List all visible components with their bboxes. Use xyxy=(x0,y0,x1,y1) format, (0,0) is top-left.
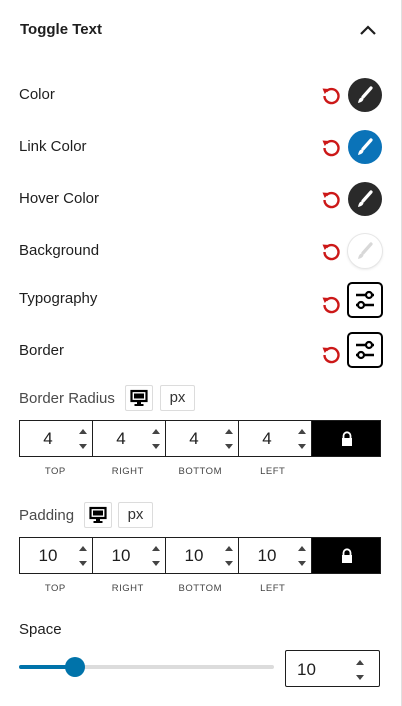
chevron-up-icon[interactable] xyxy=(358,20,378,40)
padding-label: Padding xyxy=(19,507,75,524)
spinner-arrows-icon[interactable] xyxy=(151,426,161,452)
spinner-arrows-icon[interactable] xyxy=(78,426,88,452)
padding-bottom-input[interactable]: 10 xyxy=(166,538,239,573)
spinner-arrows-icon[interactable] xyxy=(78,543,88,569)
desktop-icon xyxy=(130,389,148,406)
unit-select-button[interactable]: px xyxy=(160,385,195,411)
spinner-arrows-icon[interactable] xyxy=(224,426,234,452)
padding-inputs: 10 10 10 10 xyxy=(19,537,381,574)
hover-color-label: Hover Color xyxy=(19,190,100,207)
space-slider-thumb[interactable] xyxy=(65,657,86,677)
desktop-icon xyxy=(89,506,107,523)
color-row: Color xyxy=(0,75,400,115)
link-values-button[interactable] xyxy=(312,421,380,456)
side-label-right: RIGHT xyxy=(111,583,144,594)
border-settings-button[interactable] xyxy=(347,332,383,368)
reset-icon[interactable] xyxy=(320,188,342,210)
brush-icon xyxy=(358,86,373,103)
side-label-bottom: BOTTOM xyxy=(178,466,222,477)
link-values-button[interactable] xyxy=(312,538,380,573)
border-radius-side-labels: TOP RIGHT BOTTOM LEFT xyxy=(19,466,309,478)
panel-title: Toggle Text xyxy=(20,21,102,38)
input-value: 10 xyxy=(184,546,204,565)
spinner-arrows-icon[interactable] xyxy=(297,426,307,452)
lock-icon xyxy=(342,431,352,446)
input-value: 10 xyxy=(257,546,277,565)
spinner-arrows-icon[interactable] xyxy=(355,657,365,683)
reset-icon[interactable] xyxy=(320,84,342,106)
panel-header[interactable]: Toggle Text xyxy=(0,0,400,60)
reset-icon[interactable] xyxy=(320,293,342,315)
sliders-icon xyxy=(356,290,374,310)
padding-right-input[interactable]: 10 xyxy=(93,538,166,573)
lock-icon xyxy=(342,548,352,563)
border-radius-left-input[interactable]: 4 xyxy=(239,421,312,456)
border-row: Border xyxy=(0,331,400,371)
brush-icon xyxy=(358,190,373,207)
padding-top-input[interactable]: 10 xyxy=(20,538,93,573)
link-color-row: Link Color xyxy=(0,127,400,167)
input-value: 4 xyxy=(262,429,272,448)
border-radius-top-input[interactable]: 4 xyxy=(20,421,93,456)
border-radius-inputs: 4 4 4 4 xyxy=(19,420,381,457)
border-radius-label: Border Radius xyxy=(19,390,115,407)
reset-icon[interactable] xyxy=(320,240,342,262)
brush-icon xyxy=(358,242,373,259)
input-value: 10 xyxy=(38,546,58,565)
background-row: Background xyxy=(0,231,400,271)
padding-left-input[interactable]: 10 xyxy=(239,538,312,573)
border-label: Border xyxy=(19,342,65,359)
input-value: 4 xyxy=(43,429,53,448)
spinner-arrows-icon[interactable] xyxy=(224,543,234,569)
responsive-device-button[interactable] xyxy=(84,502,112,528)
spinner-arrows-icon[interactable] xyxy=(151,543,161,569)
unit-select-button[interactable]: px xyxy=(118,502,153,528)
background-label: Background xyxy=(19,242,100,259)
border-radius-right-input[interactable]: 4 xyxy=(93,421,166,456)
typography-label: Typography xyxy=(19,290,98,307)
space-label: Space xyxy=(19,621,62,638)
sliders-icon xyxy=(356,340,374,360)
side-label-bottom: BOTTOM xyxy=(178,583,222,594)
reset-icon[interactable] xyxy=(320,343,342,365)
input-value: 4 xyxy=(189,429,199,448)
spinner-arrows-icon[interactable] xyxy=(297,543,307,569)
padding-side-labels: TOP RIGHT BOTTOM LEFT xyxy=(19,583,309,595)
input-value: 4 xyxy=(116,429,126,448)
hover-color-swatch[interactable] xyxy=(348,182,382,216)
side-label-top: TOP xyxy=(44,466,66,477)
color-swatch[interactable] xyxy=(348,78,382,112)
responsive-device-button[interactable] xyxy=(125,385,153,411)
border-radius-bottom-input[interactable]: 4 xyxy=(166,421,239,456)
side-label-left: LEFT xyxy=(260,583,286,594)
side-label-top: TOP xyxy=(44,583,66,594)
link-color-swatch[interactable] xyxy=(348,130,382,164)
link-color-label: Link Color xyxy=(19,138,87,155)
typography-row: Typography xyxy=(0,281,400,321)
input-value: 10 xyxy=(111,546,131,565)
background-swatch[interactable] xyxy=(348,234,382,268)
hover-color-row: Hover Color xyxy=(0,179,400,219)
color-label: Color xyxy=(19,86,55,103)
typography-settings-button[interactable] xyxy=(347,282,383,318)
space-number-input[interactable]: 10 xyxy=(285,650,380,687)
input-value: 10 xyxy=(297,660,316,679)
reset-icon[interactable] xyxy=(320,136,342,158)
toggle-text-panel: Toggle Text Color Link Color Hover Color… xyxy=(0,0,402,706)
side-label-left: LEFT xyxy=(260,466,286,477)
side-label-right: RIGHT xyxy=(111,466,144,477)
brush-icon xyxy=(358,138,373,155)
